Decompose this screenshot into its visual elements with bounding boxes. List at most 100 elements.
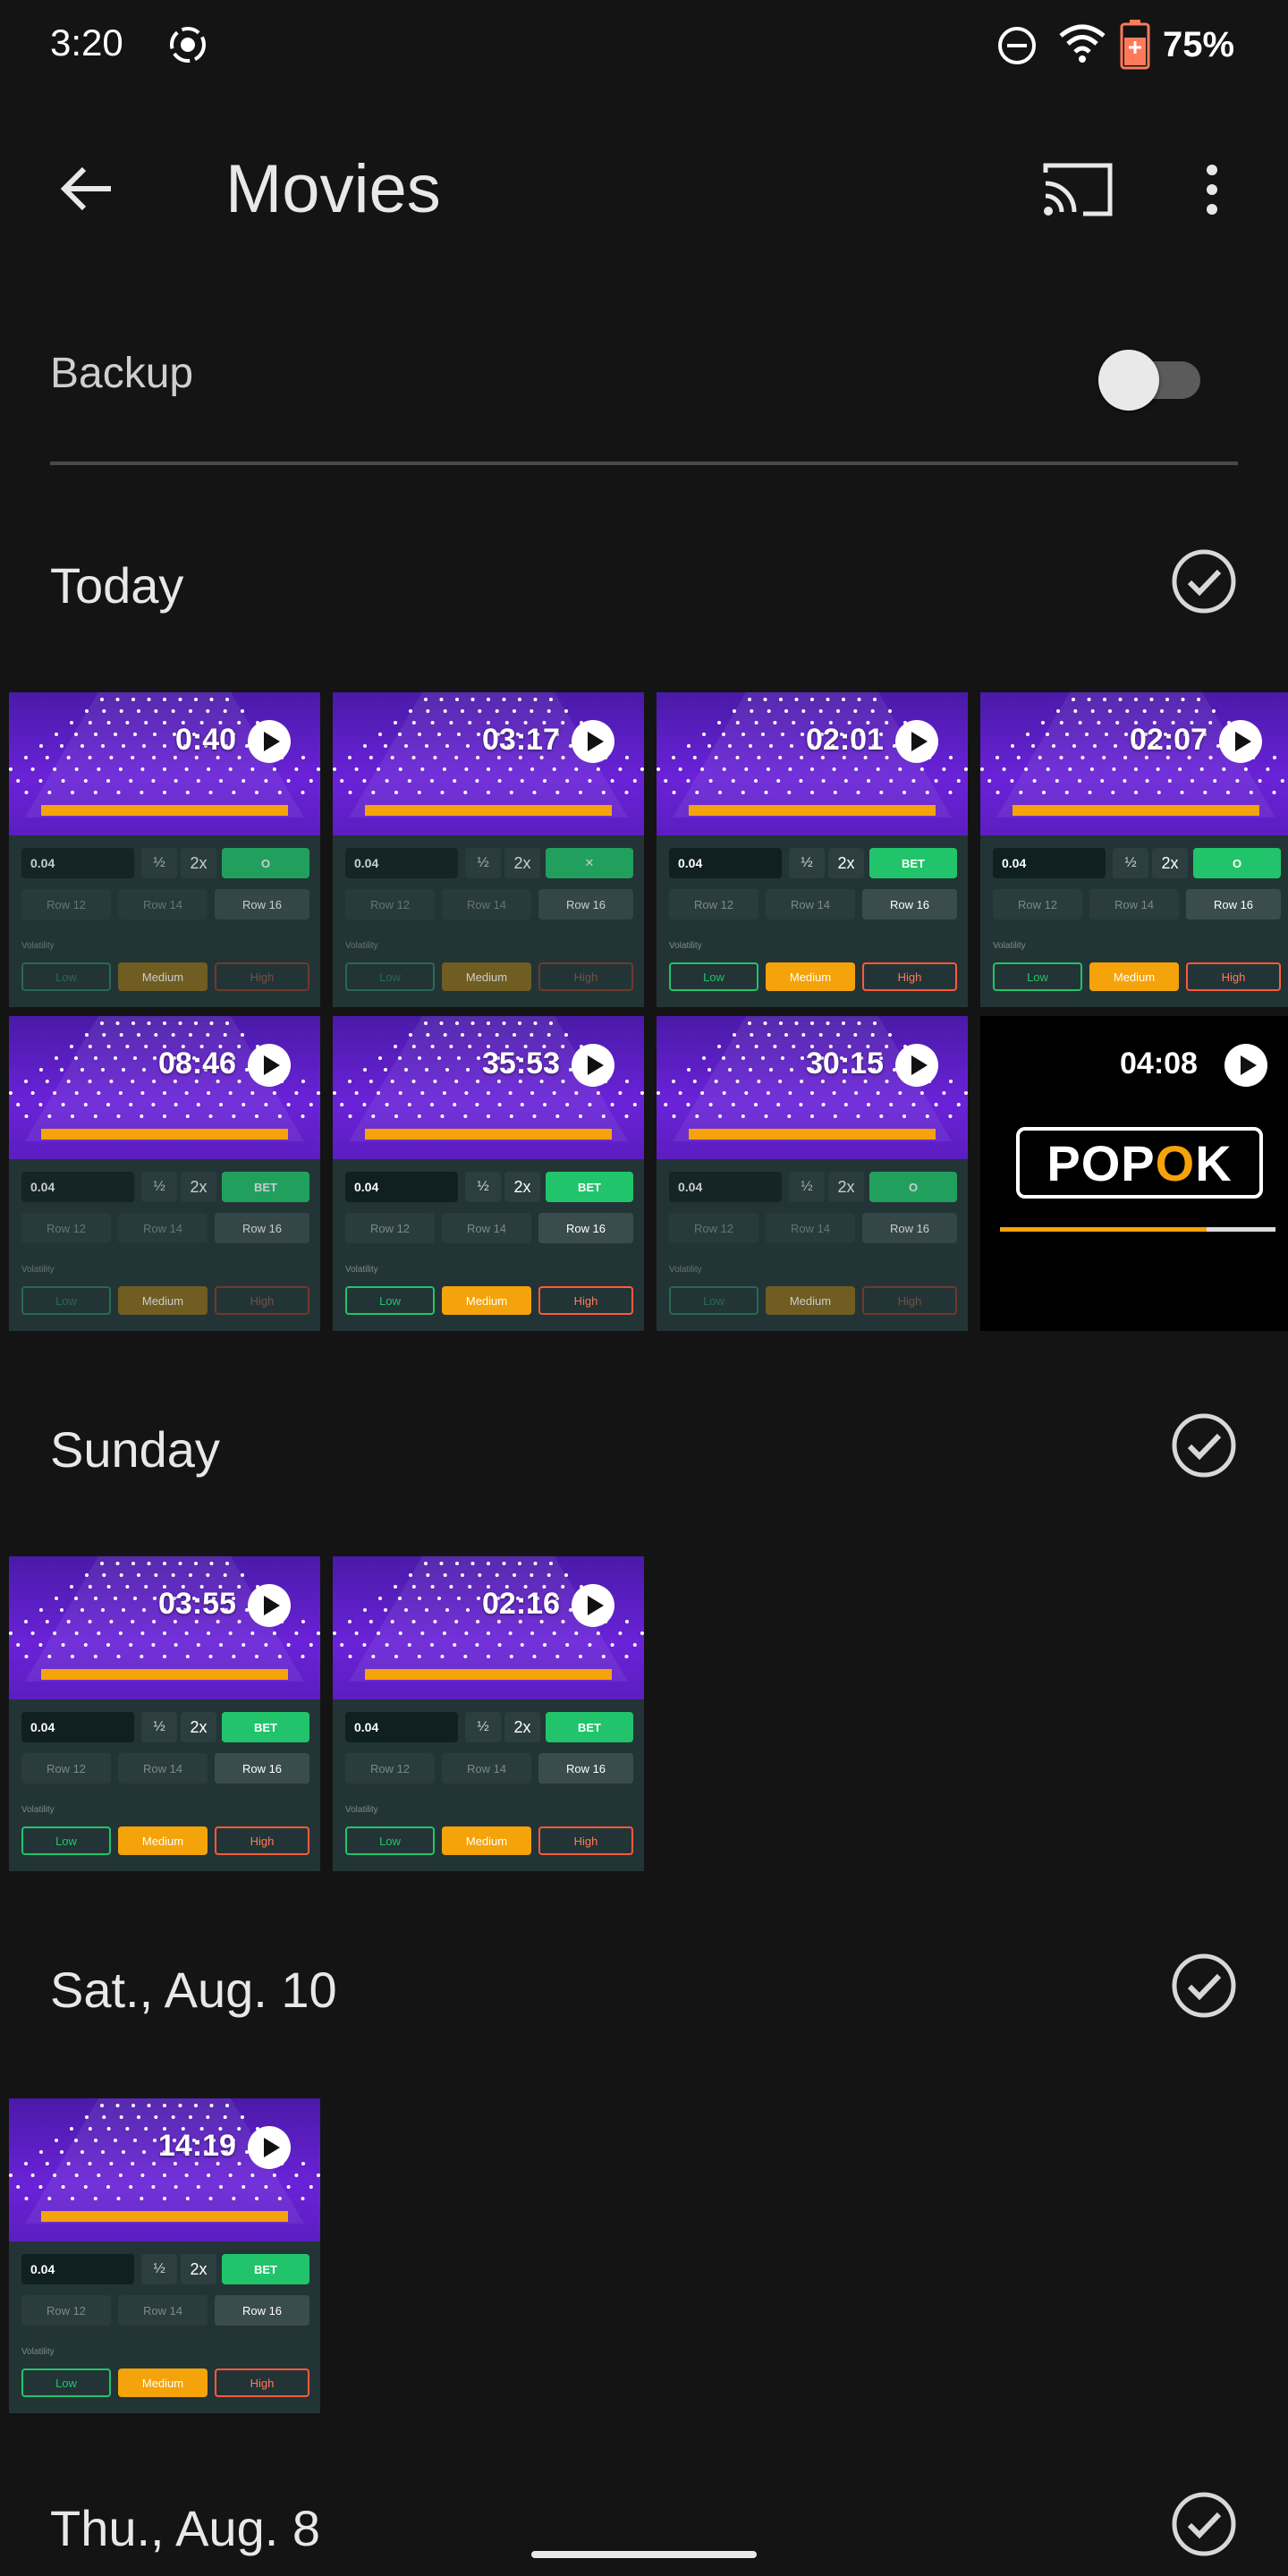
low-option: Low — [345, 1826, 435, 1855]
high-option: High — [1186, 962, 1281, 991]
video-thumbnail[interactable]: 04:08 POPOK — [980, 1016, 1288, 1331]
low-option: Low — [21, 962, 111, 991]
play-icon — [248, 720, 291, 763]
video-thumbnail[interactable]: 0.04 ½ 2x O Row 12 Row 14 Row 16 Volatility Low M… — [9, 692, 320, 1007]
back-button[interactable] — [50, 157, 122, 220]
cast-icon — [1043, 163, 1113, 216]
volatility-label: Volatility — [669, 941, 702, 951]
medium-option: Medium — [766, 1286, 855, 1315]
section-header-sunday: Sunday — [50, 1408, 1238, 1488]
bet-amount-field: 0.04 — [21, 1172, 134, 1202]
volatility-label: Volatility — [21, 1265, 55, 1275]
plinko-board — [9, 1016, 320, 1159]
bet-amount-field: 0.04 — [669, 1172, 782, 1202]
section-header-aug-10: Sat., Aug. 10 — [50, 1948, 1238, 2029]
backup-row: Backup — [50, 340, 1238, 411]
half-button: ½ — [465, 1172, 501, 1202]
low-option: Low — [21, 2368, 111, 2397]
select-all-check-icon[interactable] — [1170, 2490, 1238, 2558]
bet-button: O — [869, 1172, 957, 1202]
status-time: 3:20 — [50, 21, 123, 64]
arrow-back-icon — [60, 166, 111, 211]
row-16-option: Row 16 — [862, 1213, 957, 1243]
section-title: Sunday — [50, 1421, 220, 1478]
battery-saver-icon — [1120, 20, 1150, 70]
video-duration: 02:01 — [806, 723, 884, 757]
double-button: 2x — [504, 1712, 540, 1742]
volatility-label: Volatility — [345, 1265, 378, 1275]
row-14-option: Row 14 — [118, 889, 208, 919]
plinko-board — [333, 1016, 644, 1159]
video-thumbnail[interactable]: 0.04 ½ 2x BET Row 12 Row 14 Row 16 Volatility Lo… — [333, 1016, 644, 1331]
plinko-board — [657, 1016, 968, 1159]
half-button: ½ — [465, 1712, 501, 1742]
double-button: 2x — [181, 848, 216, 878]
play-icon — [1219, 720, 1262, 763]
double-button: 2x — [181, 1172, 216, 1202]
select-all-check-icon[interactable] — [1170, 1411, 1238, 1479]
home-indicator — [531, 2551, 757, 2558]
bet-amount-field: 0.04 — [345, 1712, 458, 1742]
plinko-board — [9, 692, 320, 835]
section-header-today: Today — [50, 544, 1238, 624]
double-button: 2x — [181, 2254, 216, 2284]
cast-button[interactable] — [1038, 154, 1118, 225]
more-options-button[interactable] — [1181, 154, 1243, 225]
video-duration: 04:08 — [1120, 1046, 1198, 1080]
low-option: Low — [21, 1826, 111, 1855]
row-12-option: Row 12 — [21, 889, 111, 919]
bet-amount-field: 0.04 — [21, 1712, 134, 1742]
video-thumbnail[interactable]: 0.04 ½ 2x O Row 12 Row 14 Row 16 Volatility Low M… — [657, 1016, 968, 1331]
volatility-label: Volatility — [21, 1805, 55, 1815]
game-controls: 0.04 ½ 2x BET Row 12 Row 14 Row 16 Volatility Lo… — [9, 2241, 320, 2413]
bet-amount-field: 0.04 — [669, 848, 782, 878]
volatility-label: Volatility — [345, 1805, 378, 1815]
video-progress-fill — [1000, 1227, 1207, 1232]
video-thumbnail[interactable]: 0.04 ½ 2x ✕ Row 12 Row 14 Row 16 Volatility Low M… — [333, 692, 644, 1007]
row-16-option: Row 16 — [215, 1213, 309, 1243]
battery-percentage: 75% — [1163, 25, 1235, 64]
video-duration: 03:55 — [158, 1587, 236, 1621]
video-thumbnail[interactable]: 0.04 ½ 2x BET Row 12 Row 14 Row 16 Volatility Lo… — [9, 1016, 320, 1331]
section-title: Sat., Aug. 10 — [50, 1962, 337, 2018]
select-all-check-icon[interactable] — [1170, 1952, 1238, 2020]
play-icon — [1224, 1044, 1267, 1087]
status-bar: 3:20 75% — [0, 0, 1288, 89]
row-16-option: Row 16 — [538, 1753, 633, 1784]
video-thumbnail[interactable]: 0.04 ½ 2x BET Row 12 Row 14 Row 16 Volatility Lo… — [9, 2098, 320, 2413]
video-thumbnail[interactable]: 0.04 ½ 2x O Row 12 Row 14 Row 16 Volatility Low M… — [980, 692, 1288, 1007]
game-controls: 0.04 ½ 2x BET Row 12 Row 14 Row 16 Volatility Lo… — [333, 1159, 644, 1331]
medium-option: Medium — [118, 2368, 208, 2397]
high-option: High — [215, 962, 309, 991]
bet-button: BET — [222, 2254, 309, 2284]
section-title: Thu., Aug. 8 — [50, 2500, 320, 2556]
bet-button: BET — [222, 1712, 309, 1742]
video-thumbnail[interactable]: 0.04 ½ 2x BET Row 12 Row 14 Row 16 Volatility Lo… — [9, 1556, 320, 1871]
half-button: ½ — [465, 848, 501, 878]
row-16-option: Row 16 — [215, 889, 309, 919]
volatility-label: Volatility — [669, 1265, 702, 1275]
video-duration: 02:07 — [1130, 723, 1208, 757]
row-16-option: Row 16 — [215, 1753, 309, 1784]
play-icon — [572, 1044, 614, 1087]
row-12-option: Row 12 — [669, 1213, 758, 1243]
row-12-option: Row 12 — [345, 1753, 435, 1784]
section-title: Today — [50, 557, 184, 614]
wifi-icon — [1059, 24, 1106, 63]
double-button: 2x — [828, 1172, 864, 1202]
video-thumbnail[interactable]: 0.04 ½ 2x BET Row 12 Row 14 Row 16 Volatility Lo… — [657, 692, 968, 1007]
do-not-disturb-icon — [998, 27, 1036, 64]
double-button: 2x — [1152, 848, 1188, 878]
video-thumbnail[interactable]: 0.04 ½ 2x BET Row 12 Row 14 Row 16 Volatility Lo… — [333, 1556, 644, 1871]
half-button: ½ — [1113, 848, 1148, 878]
row-12-option: Row 12 — [669, 889, 758, 919]
popok-logo: POPOK — [1016, 1127, 1263, 1199]
row-12-option: Row 12 — [21, 2295, 111, 2326]
select-all-check-icon[interactable] — [1170, 547, 1238, 615]
volatility-label: Volatility — [345, 941, 378, 951]
plinko-board — [980, 692, 1288, 835]
row-16-option: Row 16 — [862, 889, 957, 919]
backup-toggle[interactable] — [1098, 347, 1206, 411]
half-button: ½ — [141, 1172, 177, 1202]
low-option: Low — [669, 1286, 758, 1315]
